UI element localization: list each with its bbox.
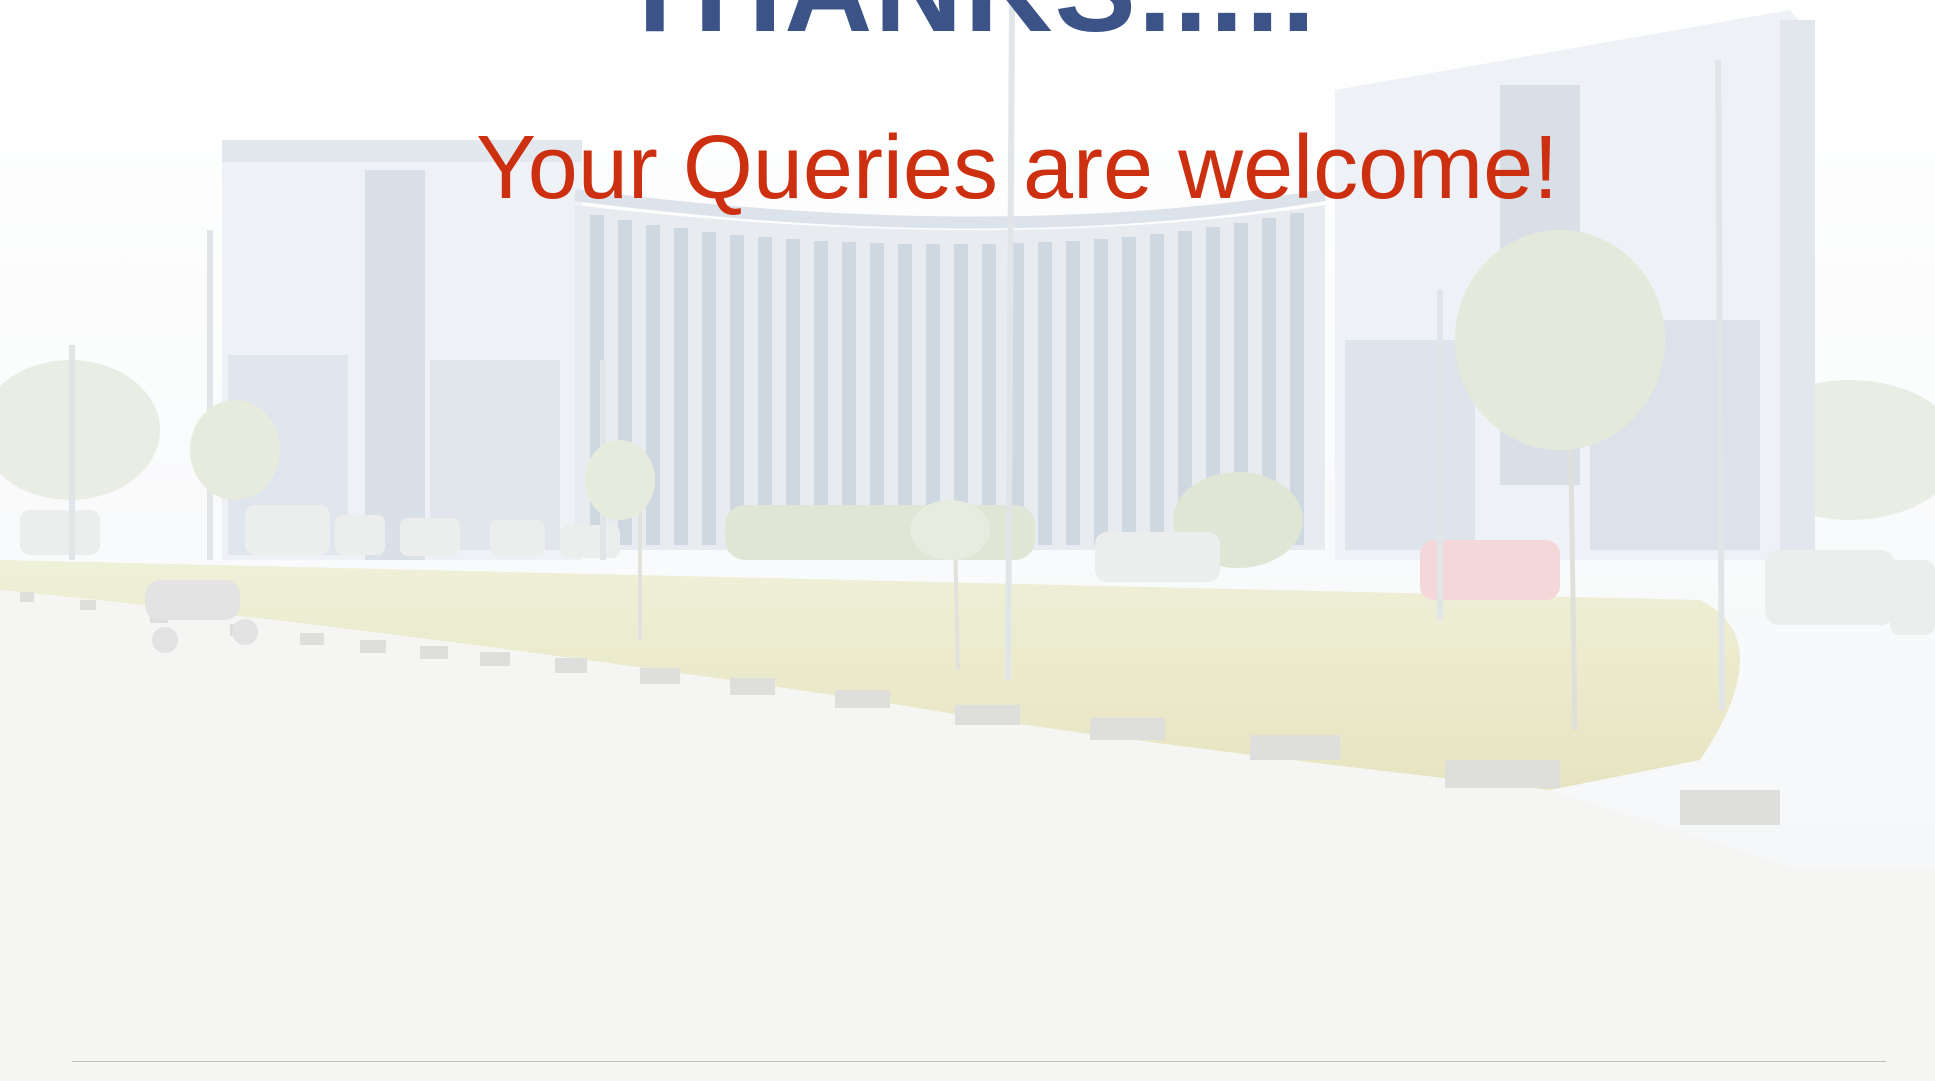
slide: THANKS..... Your Queries are welcome! bbox=[0, 0, 1935, 1081]
queries-subtitle: Your Queries are welcome! bbox=[476, 118, 1559, 218]
footer-divider bbox=[72, 1061, 1886, 1062]
thanks-title: THANKS..... bbox=[0, 0, 1935, 50]
